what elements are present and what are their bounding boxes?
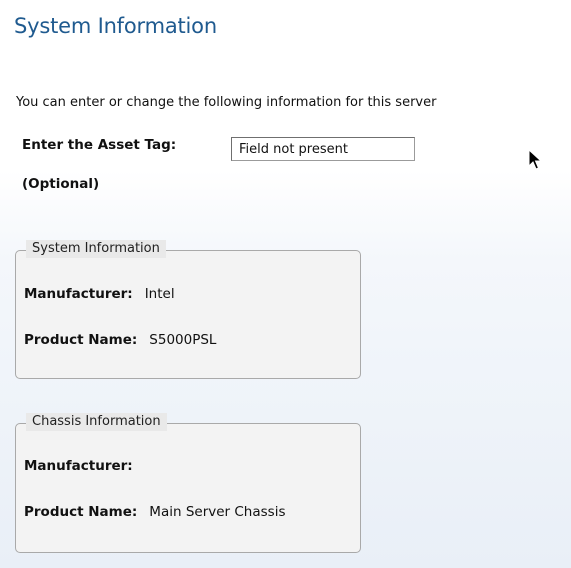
chassis-information-legend: Chassis Information (26, 413, 167, 431)
chassis-product-value: Main Server Chassis (149, 504, 286, 520)
asset-tag-input[interactable] (231, 137, 415, 161)
page-title: System Information (14, 14, 217, 38)
system-information-legend: System Information (26, 240, 166, 258)
intro-text: You can enter or change the following in… (16, 95, 437, 110)
chassis-product-row: Product Name: Main Server Chassis (24, 504, 285, 520)
system-information-group: System Information Manufacturer: Intel Pr… (15, 240, 361, 379)
chassis-manufacturer-row: Manufacturer: (24, 458, 145, 474)
chassis-manufacturer-label: Manufacturer: (24, 458, 133, 474)
asset-tag-optional-label: (Optional) (22, 176, 100, 192)
chassis-information-group: Chassis Information Manufacturer: Produc… (15, 413, 361, 553)
system-product-label: Product Name: (24, 332, 138, 348)
system-manufacturer-value: Intel (144, 286, 175, 302)
system-product-row: Product Name: S5000PSL (24, 332, 216, 348)
system-manufacturer-row: Manufacturer: Intel (24, 286, 175, 302)
mouse-pointer-icon (528, 149, 542, 170)
asset-tag-label: Enter the Asset Tag: (22, 137, 177, 153)
system-product-value: S5000PSL (149, 332, 217, 348)
chassis-product-label: Product Name: (24, 504, 138, 520)
system-manufacturer-label: Manufacturer: (24, 286, 133, 302)
